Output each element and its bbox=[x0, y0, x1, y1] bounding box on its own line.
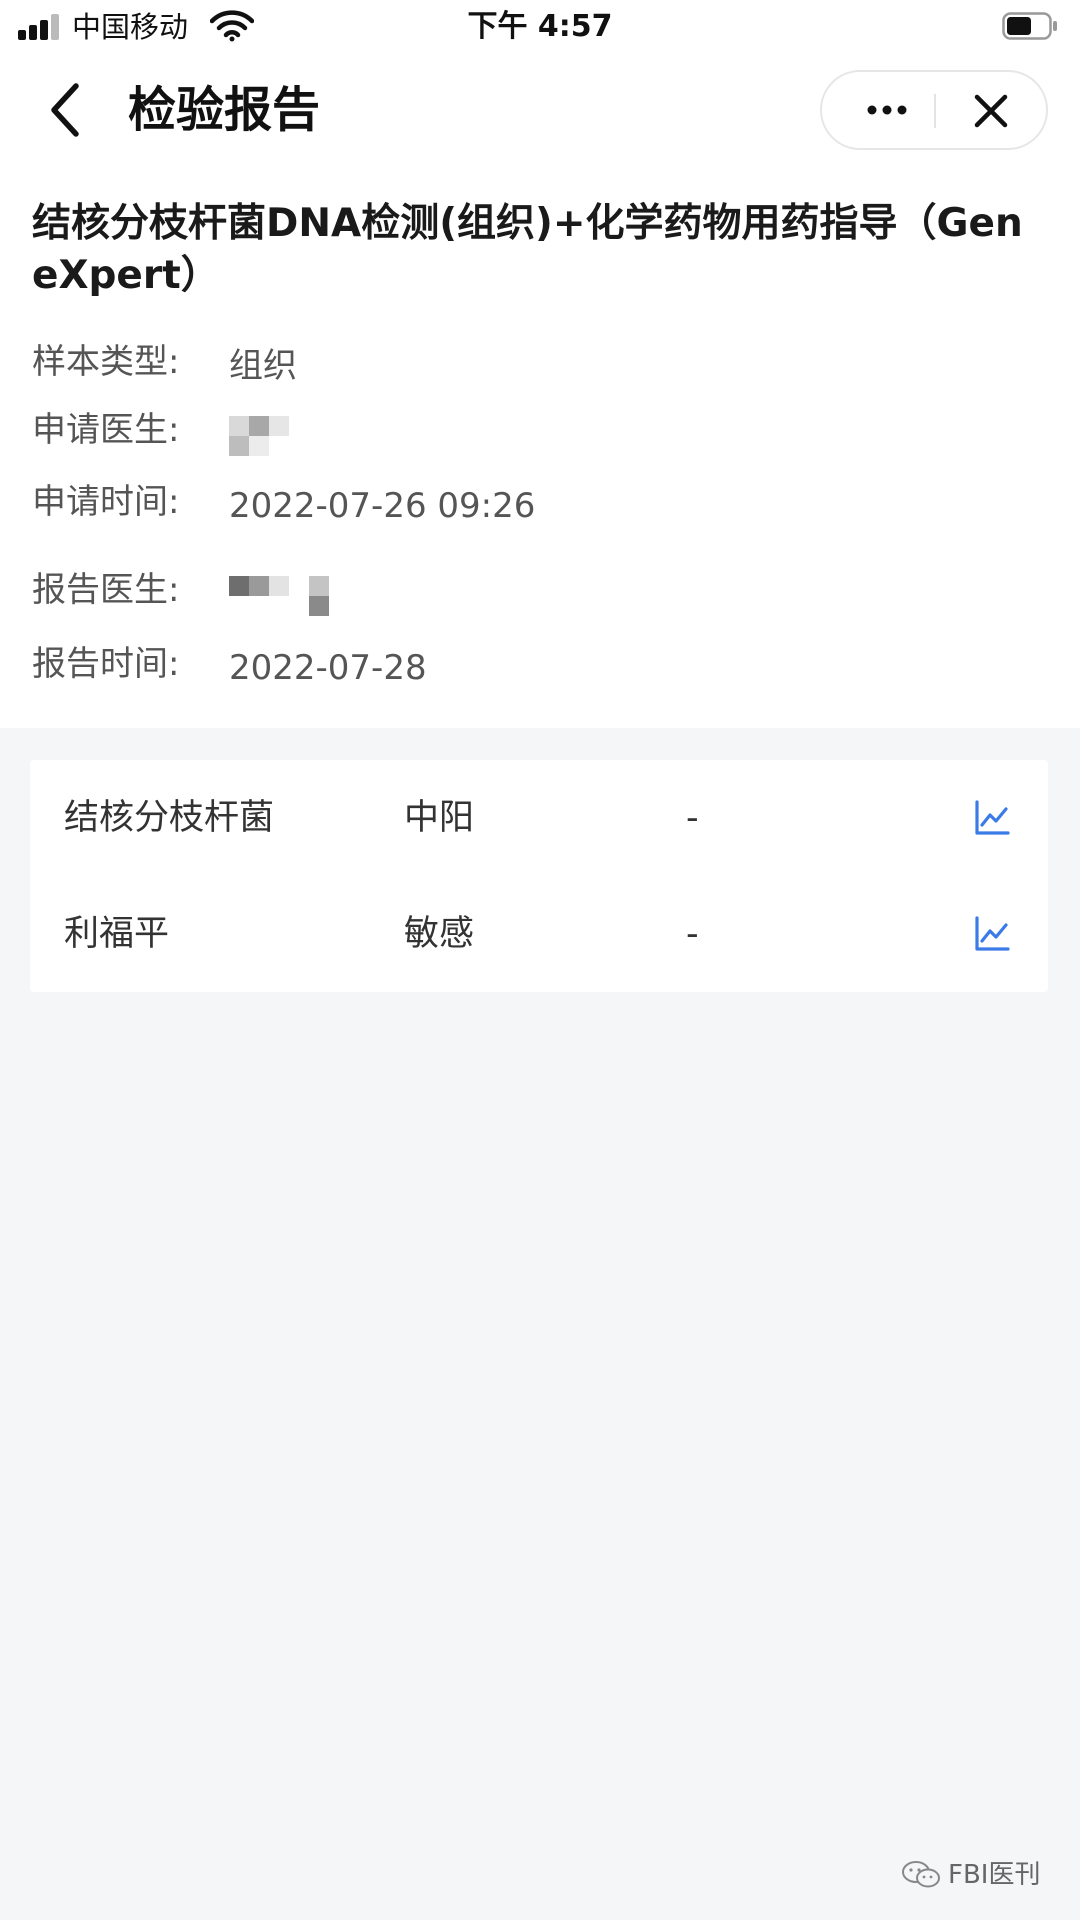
wifi-icon bbox=[210, 10, 254, 42]
status-time: 下午 4:57 bbox=[467, 9, 613, 44]
page-title: 检验报告 bbox=[128, 82, 321, 138]
close-icon[interactable] bbox=[964, 84, 1018, 138]
info-row-sample-type: 样本类型: 组织 bbox=[32, 334, 1042, 390]
navigation-bar: 检验报告 bbox=[0, 54, 1080, 166]
info-value: 2022-07-26 09:26 bbox=[229, 486, 536, 526]
mini-program-capsule bbox=[820, 70, 1048, 150]
result-reference: - bbox=[686, 798, 699, 838]
more-dots-icon[interactable] bbox=[852, 82, 922, 138]
result-row[interactable]: 利福平 敏感 - bbox=[30, 876, 1048, 992]
capsule-divider bbox=[934, 94, 936, 128]
result-value: 中阳 bbox=[404, 798, 475, 838]
info-row-reporting-doctor: 报告医生: bbox=[32, 562, 1042, 618]
signal-strength-icon bbox=[18, 14, 62, 40]
wechat-icon bbox=[902, 1861, 940, 1888]
result-reference: - bbox=[686, 914, 699, 954]
info-row-report-time: 报告时间: 2022-07-28 bbox=[32, 636, 1042, 692]
watermark: FBI医刊 bbox=[900, 1855, 1060, 1895]
page: 中国移动 下午 4:57 检验报告 结核分枝杆菌DNA检测(组织)+化学药物用药… bbox=[0, 0, 1080, 1920]
result-value: 敏感 bbox=[404, 914, 475, 954]
info-label: 申请时间: bbox=[32, 482, 180, 522]
watermark-text: FBI医刊 bbox=[948, 1860, 1041, 1890]
status-bar: 中国移动 下午 4:57 bbox=[0, 0, 1080, 54]
info-value: 组织 bbox=[229, 346, 297, 386]
info-row-request-time: 申请时间: 2022-07-26 09:26 bbox=[32, 474, 1042, 530]
result-row[interactable]: 结核分枝杆菌 中阳 - bbox=[30, 760, 1048, 876]
info-label: 申请医生: bbox=[32, 410, 180, 450]
report-title: 结核分枝杆菌DNA检测(组织)+化学药物用药指导（GeneXpert） bbox=[32, 201, 1023, 298]
carrier-name: 中国移动 bbox=[72, 10, 189, 44]
info-label: 报告时间: bbox=[32, 644, 180, 684]
chevron-left-icon[interactable] bbox=[38, 80, 98, 140]
result-name: 结核分枝杆菌 bbox=[64, 798, 275, 838]
info-label: 报告医生: bbox=[32, 570, 180, 610]
info-value: 2022-07-28 bbox=[229, 648, 427, 688]
report-header-area: 中国移动 下午 4:57 检验报告 结核分枝杆菌DNA检测(组织)+化学药物用药… bbox=[0, 0, 1080, 728]
trend-chart-icon[interactable] bbox=[972, 798, 1012, 838]
trend-chart-icon[interactable] bbox=[972, 914, 1012, 954]
info-label: 样本类型: bbox=[32, 342, 180, 382]
results-card: 结核分枝杆菌 中阳 - 利福平 敏感 - bbox=[30, 760, 1048, 992]
info-row-requesting-doctor: 申请医生: bbox=[32, 402, 1042, 458]
battery-icon bbox=[1002, 12, 1057, 40]
result-name: 利福平 bbox=[64, 914, 170, 954]
